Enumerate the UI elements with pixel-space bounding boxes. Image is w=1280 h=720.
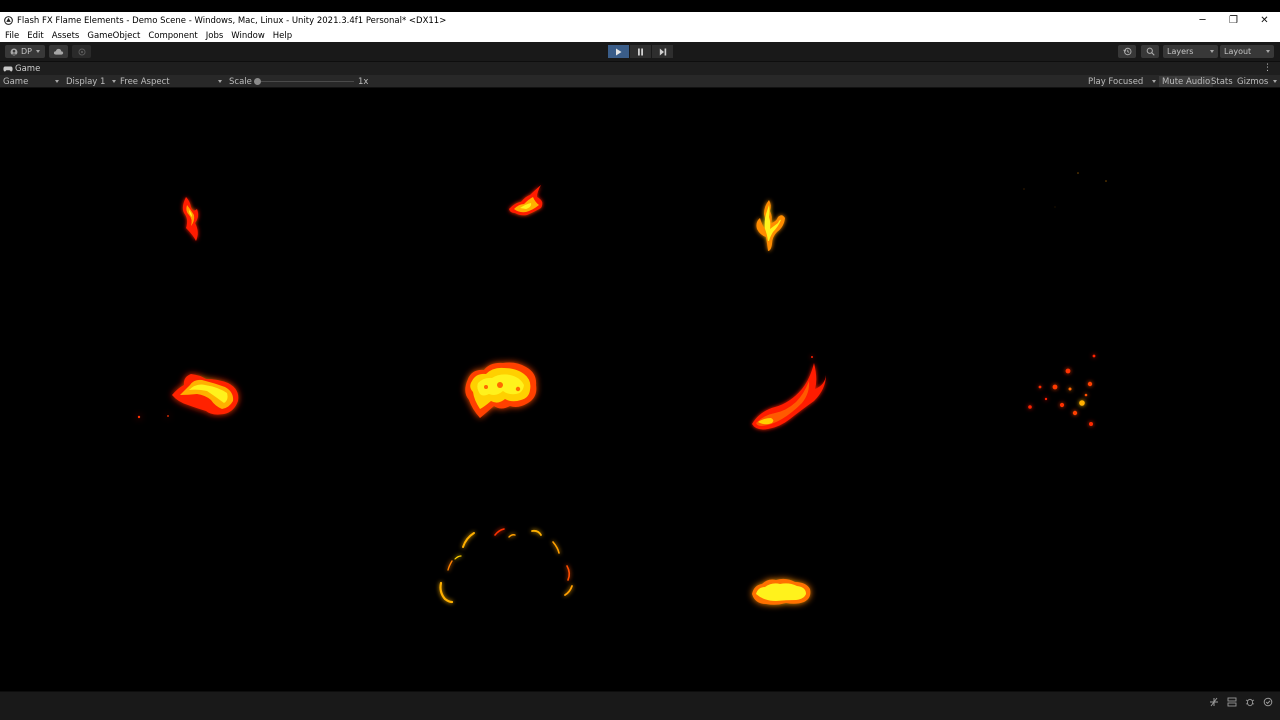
gamepad-icon	[3, 66, 13, 72]
play-button[interactable]	[608, 45, 629, 58]
account-label: DP	[21, 47, 32, 56]
menu-component[interactable]: Component	[148, 31, 197, 41]
gizmos-label: Gizmos	[1237, 76, 1269, 87]
flame-trail	[752, 356, 826, 430]
flame-blob-left	[137, 374, 239, 419]
scale-value: 1x	[358, 76, 369, 87]
account-dropdown[interactable]: DP	[5, 45, 45, 58]
menu-edit[interactable]: Edit	[27, 31, 43, 41]
flame-sprout	[756, 200, 785, 251]
menu-jobs[interactable]: Jobs	[206, 31, 224, 41]
window-title: Flash FX Flame Elements - Demo Scene - W…	[17, 15, 447, 26]
menu-file[interactable]: File	[5, 31, 19, 41]
play-icon	[616, 48, 622, 55]
menu-window[interactable]: Window	[231, 31, 265, 41]
undo-history-button[interactable]	[1118, 45, 1136, 58]
cache-server-icon[interactable]	[1226, 696, 1238, 708]
layers-dropdown[interactable]: Layers	[1163, 45, 1218, 58]
step-button[interactable]	[652, 45, 673, 58]
pause-button[interactable]	[630, 45, 651, 58]
close-button[interactable]: ✕	[1249, 12, 1280, 29]
search-button[interactable]	[1141, 45, 1159, 58]
stats-toggle[interactable]: Stats	[1208, 76, 1236, 87]
chevron-down-icon	[1210, 50, 1214, 53]
layout-dropdown[interactable]: Layout	[1220, 45, 1274, 58]
collab-button[interactable]	[72, 45, 91, 58]
screen-top-strip	[0, 0, 1280, 12]
scale-slider-handle[interactable]	[254, 78, 261, 85]
aspect-dropdown[interactable]: Free Aspect	[120, 76, 222, 87]
game-tab-bar: Game ⋮	[0, 62, 1280, 75]
menu-bar: File Edit Assets GameObject Component Jo…	[0, 29, 1280, 42]
search-icon	[1146, 47, 1155, 56]
layers-label: Layers	[1167, 47, 1194, 56]
chevron-down-icon	[218, 80, 222, 83]
flame-puff	[752, 578, 811, 605]
chevron-down-icon	[112, 80, 116, 83]
flame-ring	[439, 528, 573, 604]
cloud-icon	[53, 48, 64, 55]
play-focused-dropdown[interactable]: Play Focused	[1088, 76, 1156, 87]
account-icon	[10, 48, 18, 55]
chevron-down-icon	[35, 50, 40, 53]
game-view-controls: Game Display 1 Free Aspect Scale 1x Play…	[0, 75, 1280, 88]
display-dropdown[interactable]: Display 1	[66, 76, 116, 87]
more-options-icon[interactable]: ⋮	[1263, 63, 1272, 73]
window-titlebar: Flash FX Flame Elements - Demo Scene - W…	[0, 12, 1280, 29]
step-icon	[659, 48, 666, 55]
pause-icon	[638, 48, 643, 55]
tab-game-label: Game	[15, 64, 41, 74]
play-focused-label: Play Focused	[1088, 76, 1144, 87]
view-mode-dropdown[interactable]: Game	[3, 76, 59, 87]
display-label: Display 1	[66, 76, 106, 87]
light-baking-icon[interactable]	[1208, 696, 1220, 708]
collab-icon	[77, 47, 86, 56]
aspect-label: Free Aspect	[120, 76, 170, 87]
scale-slider-track[interactable]	[258, 81, 354, 82]
history-icon	[1122, 47, 1131, 56]
progress-spinner-icon[interactable]	[1262, 696, 1274, 708]
flame-embers	[1028, 354, 1096, 426]
status-bar	[0, 691, 1280, 720]
chevron-down-icon	[55, 80, 59, 83]
game-viewport[interactable]	[0, 89, 1280, 691]
cloud-button[interactable]	[49, 45, 68, 58]
view-mode-label: Game	[3, 76, 29, 87]
debug-mode-icon[interactable]	[1244, 696, 1256, 708]
flame-sparks-faint	[1023, 172, 1107, 208]
chevron-down-icon	[1273, 80, 1277, 83]
chevron-down-icon	[1266, 50, 1270, 53]
chevron-down-icon	[1152, 80, 1156, 83]
minimize-button[interactable]: ─	[1187, 12, 1218, 29]
playmode-controls	[608, 45, 674, 58]
restore-button[interactable]: ❐	[1218, 12, 1249, 29]
flame-effects-canvas	[137, 172, 1107, 605]
flame-wisp	[182, 197, 199, 241]
layout-label: Layout	[1224, 47, 1252, 56]
main-toolbar: DP Layers Layout	[0, 42, 1280, 62]
mute-audio-toggle[interactable]: Mute Audio	[1159, 76, 1214, 87]
menu-gameobject[interactable]: GameObject	[87, 31, 140, 41]
menu-help[interactable]: Help	[273, 31, 292, 41]
flame-burst	[465, 362, 537, 418]
tab-game[interactable]: Game	[3, 63, 40, 75]
menu-assets[interactable]: Assets	[52, 31, 80, 41]
unity-logo-icon	[3, 16, 13, 26]
scale-label: Scale	[229, 76, 252, 87]
flame-splash	[509, 185, 543, 216]
gizmos-dropdown[interactable]: Gizmos	[1237, 76, 1277, 87]
